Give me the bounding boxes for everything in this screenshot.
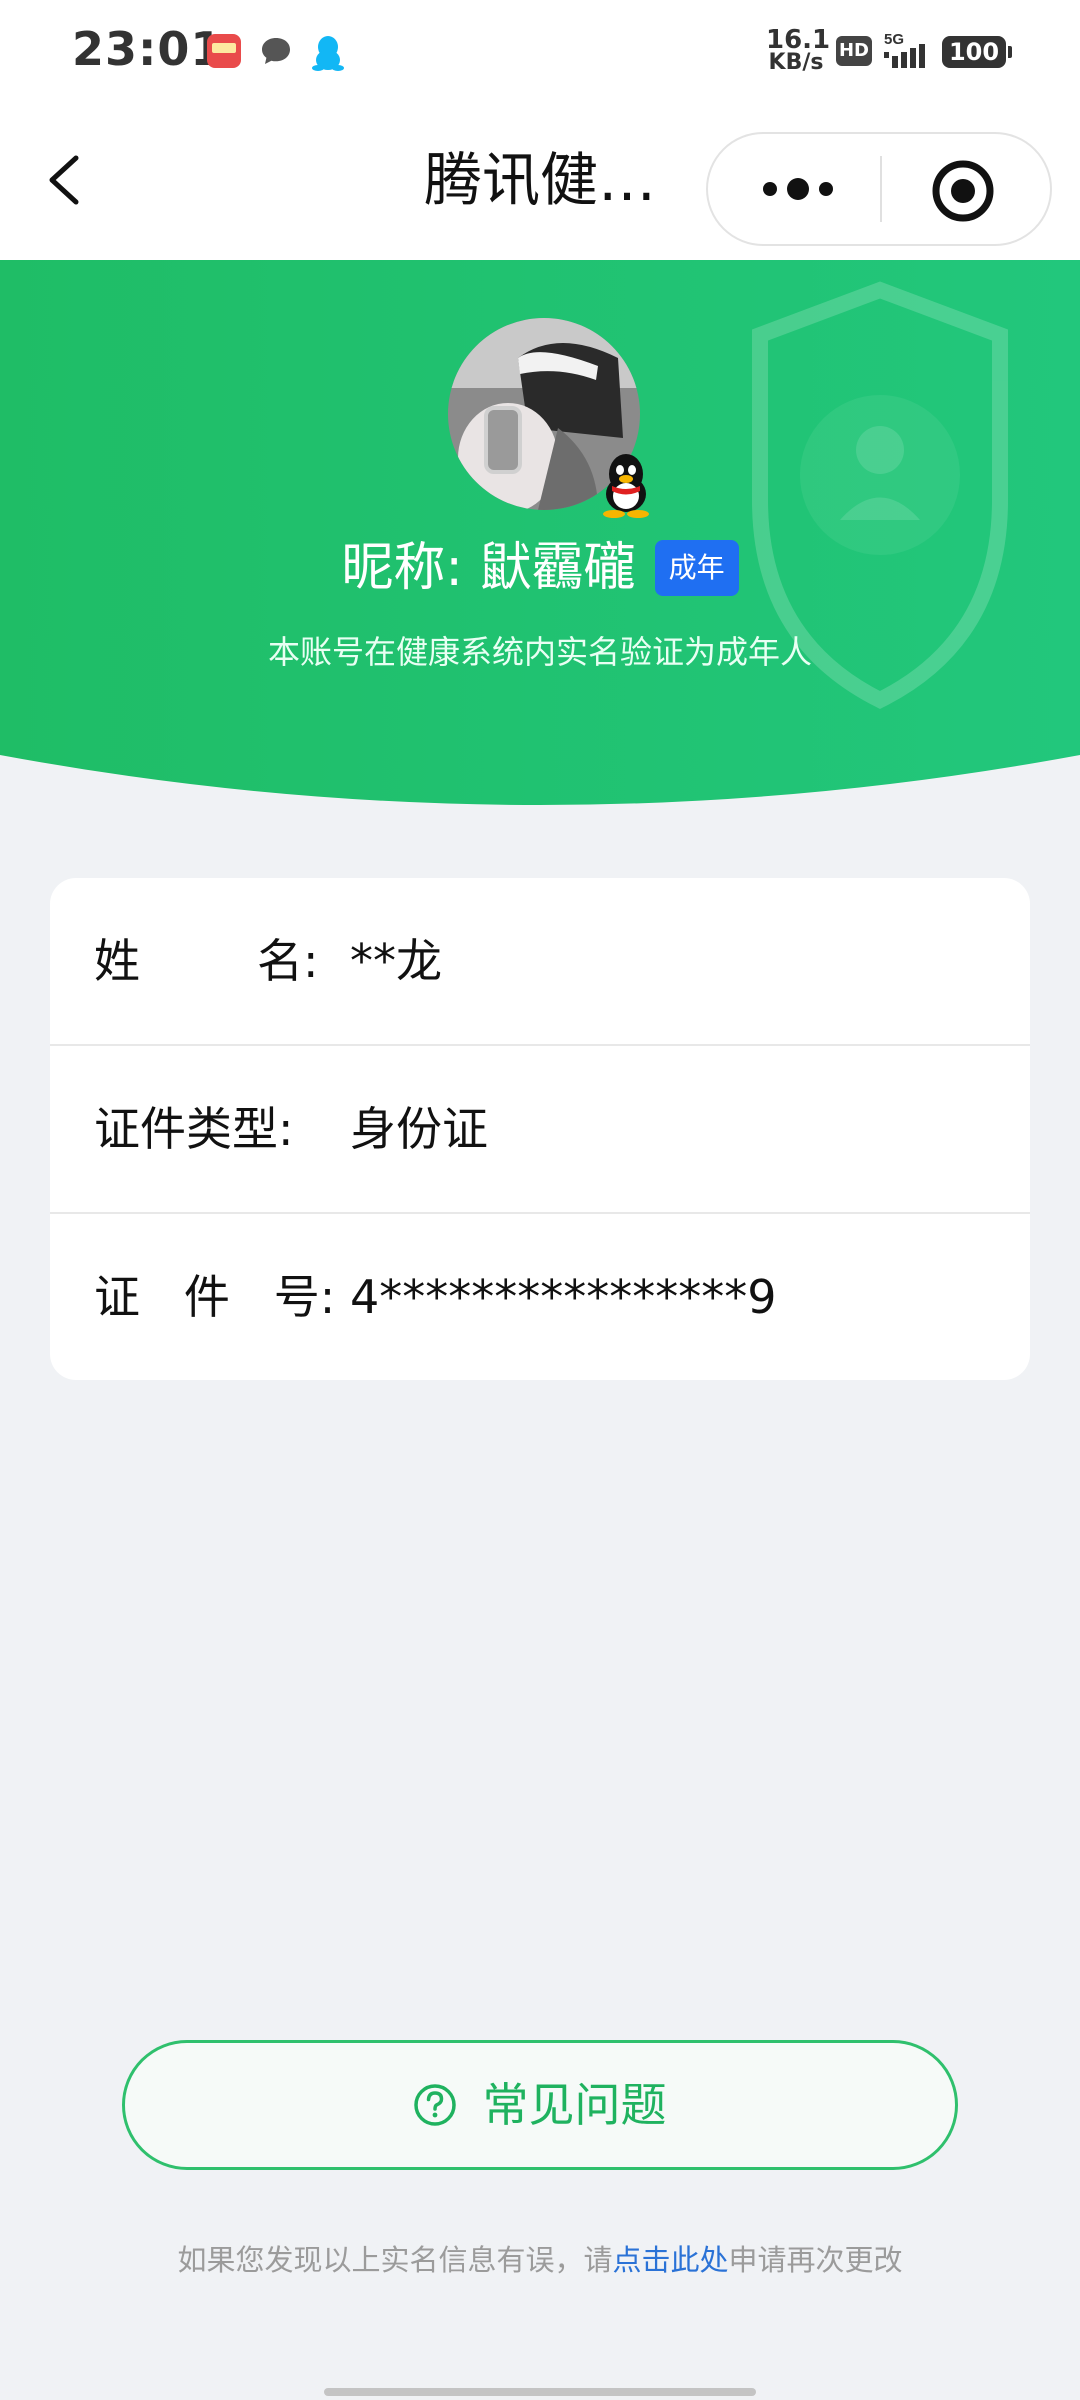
info-row-id-number: 证 件 号: 4****************9 (50, 1212, 1030, 1378)
footer-suffix: 申请再次更改 (728, 2243, 903, 2277)
more-button[interactable] (748, 134, 848, 244)
info-label: 证件类型: (94, 1102, 294, 1156)
shopping-app-icon (207, 34, 241, 68)
adult-badge: 成年 (654, 540, 739, 596)
info-label: 姓 名: (94, 934, 319, 988)
qq-penguin-icon (311, 34, 345, 71)
speed-unit: KB/s (768, 50, 824, 75)
nickname-row: 昵称: 鼣靏礲 成年 (0, 528, 1080, 608)
target-close-icon (932, 160, 994, 222)
back-button[interactable] (36, 150, 96, 210)
info-row-name: 姓 名: **龙 (50, 878, 1030, 1044)
page-title: 腾讯健… (423, 146, 656, 214)
identity-info-card: 姓 名: **龙 证件类型: 身份证 证 件 号: 4*************… (50, 878, 1030, 1380)
profile-header: 昵称: 鼣靏礲 成年 本账号在健康系统内实名验证为成年人 (0, 260, 1080, 820)
close-miniprogram-button[interactable] (930, 158, 996, 224)
footer-notice: 如果您发现以上实名信息有误，请点击此处申请再次更改 (0, 2236, 1080, 2284)
nickname: 昵称: 鼣靏礲 (341, 538, 636, 598)
network-type-label: 5G (884, 31, 904, 48)
change-info-link[interactable]: 点击此处 (612, 2243, 728, 2277)
home-indicator[interactable] (324, 2388, 756, 2396)
signal-icon: 5G (884, 30, 932, 70)
info-label: 证 件 号: (94, 1270, 336, 1324)
info-value: 4****************9 (350, 1270, 777, 1324)
capsule-divider (880, 156, 882, 222)
info-value: 身份证 (350, 1102, 488, 1156)
status-time: 23:01 (72, 22, 224, 76)
chat-bubble-icon (259, 34, 293, 68)
page: 23:01 16.1 KB/s HD 5G 100 腾讯健… 昵称: 鼣靏礲 成… (0, 0, 1080, 2400)
faq-button[interactable]: 常见问题 (122, 2040, 958, 2170)
info-row-id-type: 证件类型: 身份证 (50, 1044, 1030, 1210)
info-value: **龙 (350, 934, 442, 988)
battery-indicator: 100 (942, 36, 1012, 68)
chevron-left-icon (49, 155, 79, 205)
status-bar: 23:01 16.1 KB/s HD 5G 100 (0, 0, 1080, 100)
miniprogram-capsule (706, 132, 1052, 246)
more-dots-icon (763, 178, 833, 200)
nav-bar: 腾讯健… (0, 100, 1080, 260)
footer-prefix: 如果您发现以上实名信息有误，请 (177, 2243, 613, 2277)
speed-value: 16.1 (766, 25, 831, 55)
question-circle-icon (414, 2084, 457, 2126)
faq-label: 常见问题 (482, 2078, 667, 2132)
network-speed: 16.1 KB/s (766, 25, 831, 75)
qq-badge-icon (598, 448, 654, 518)
hd-badge: HD (836, 36, 872, 66)
verification-text: 本账号在健康系统内实名验证为成年人 (267, 633, 812, 671)
